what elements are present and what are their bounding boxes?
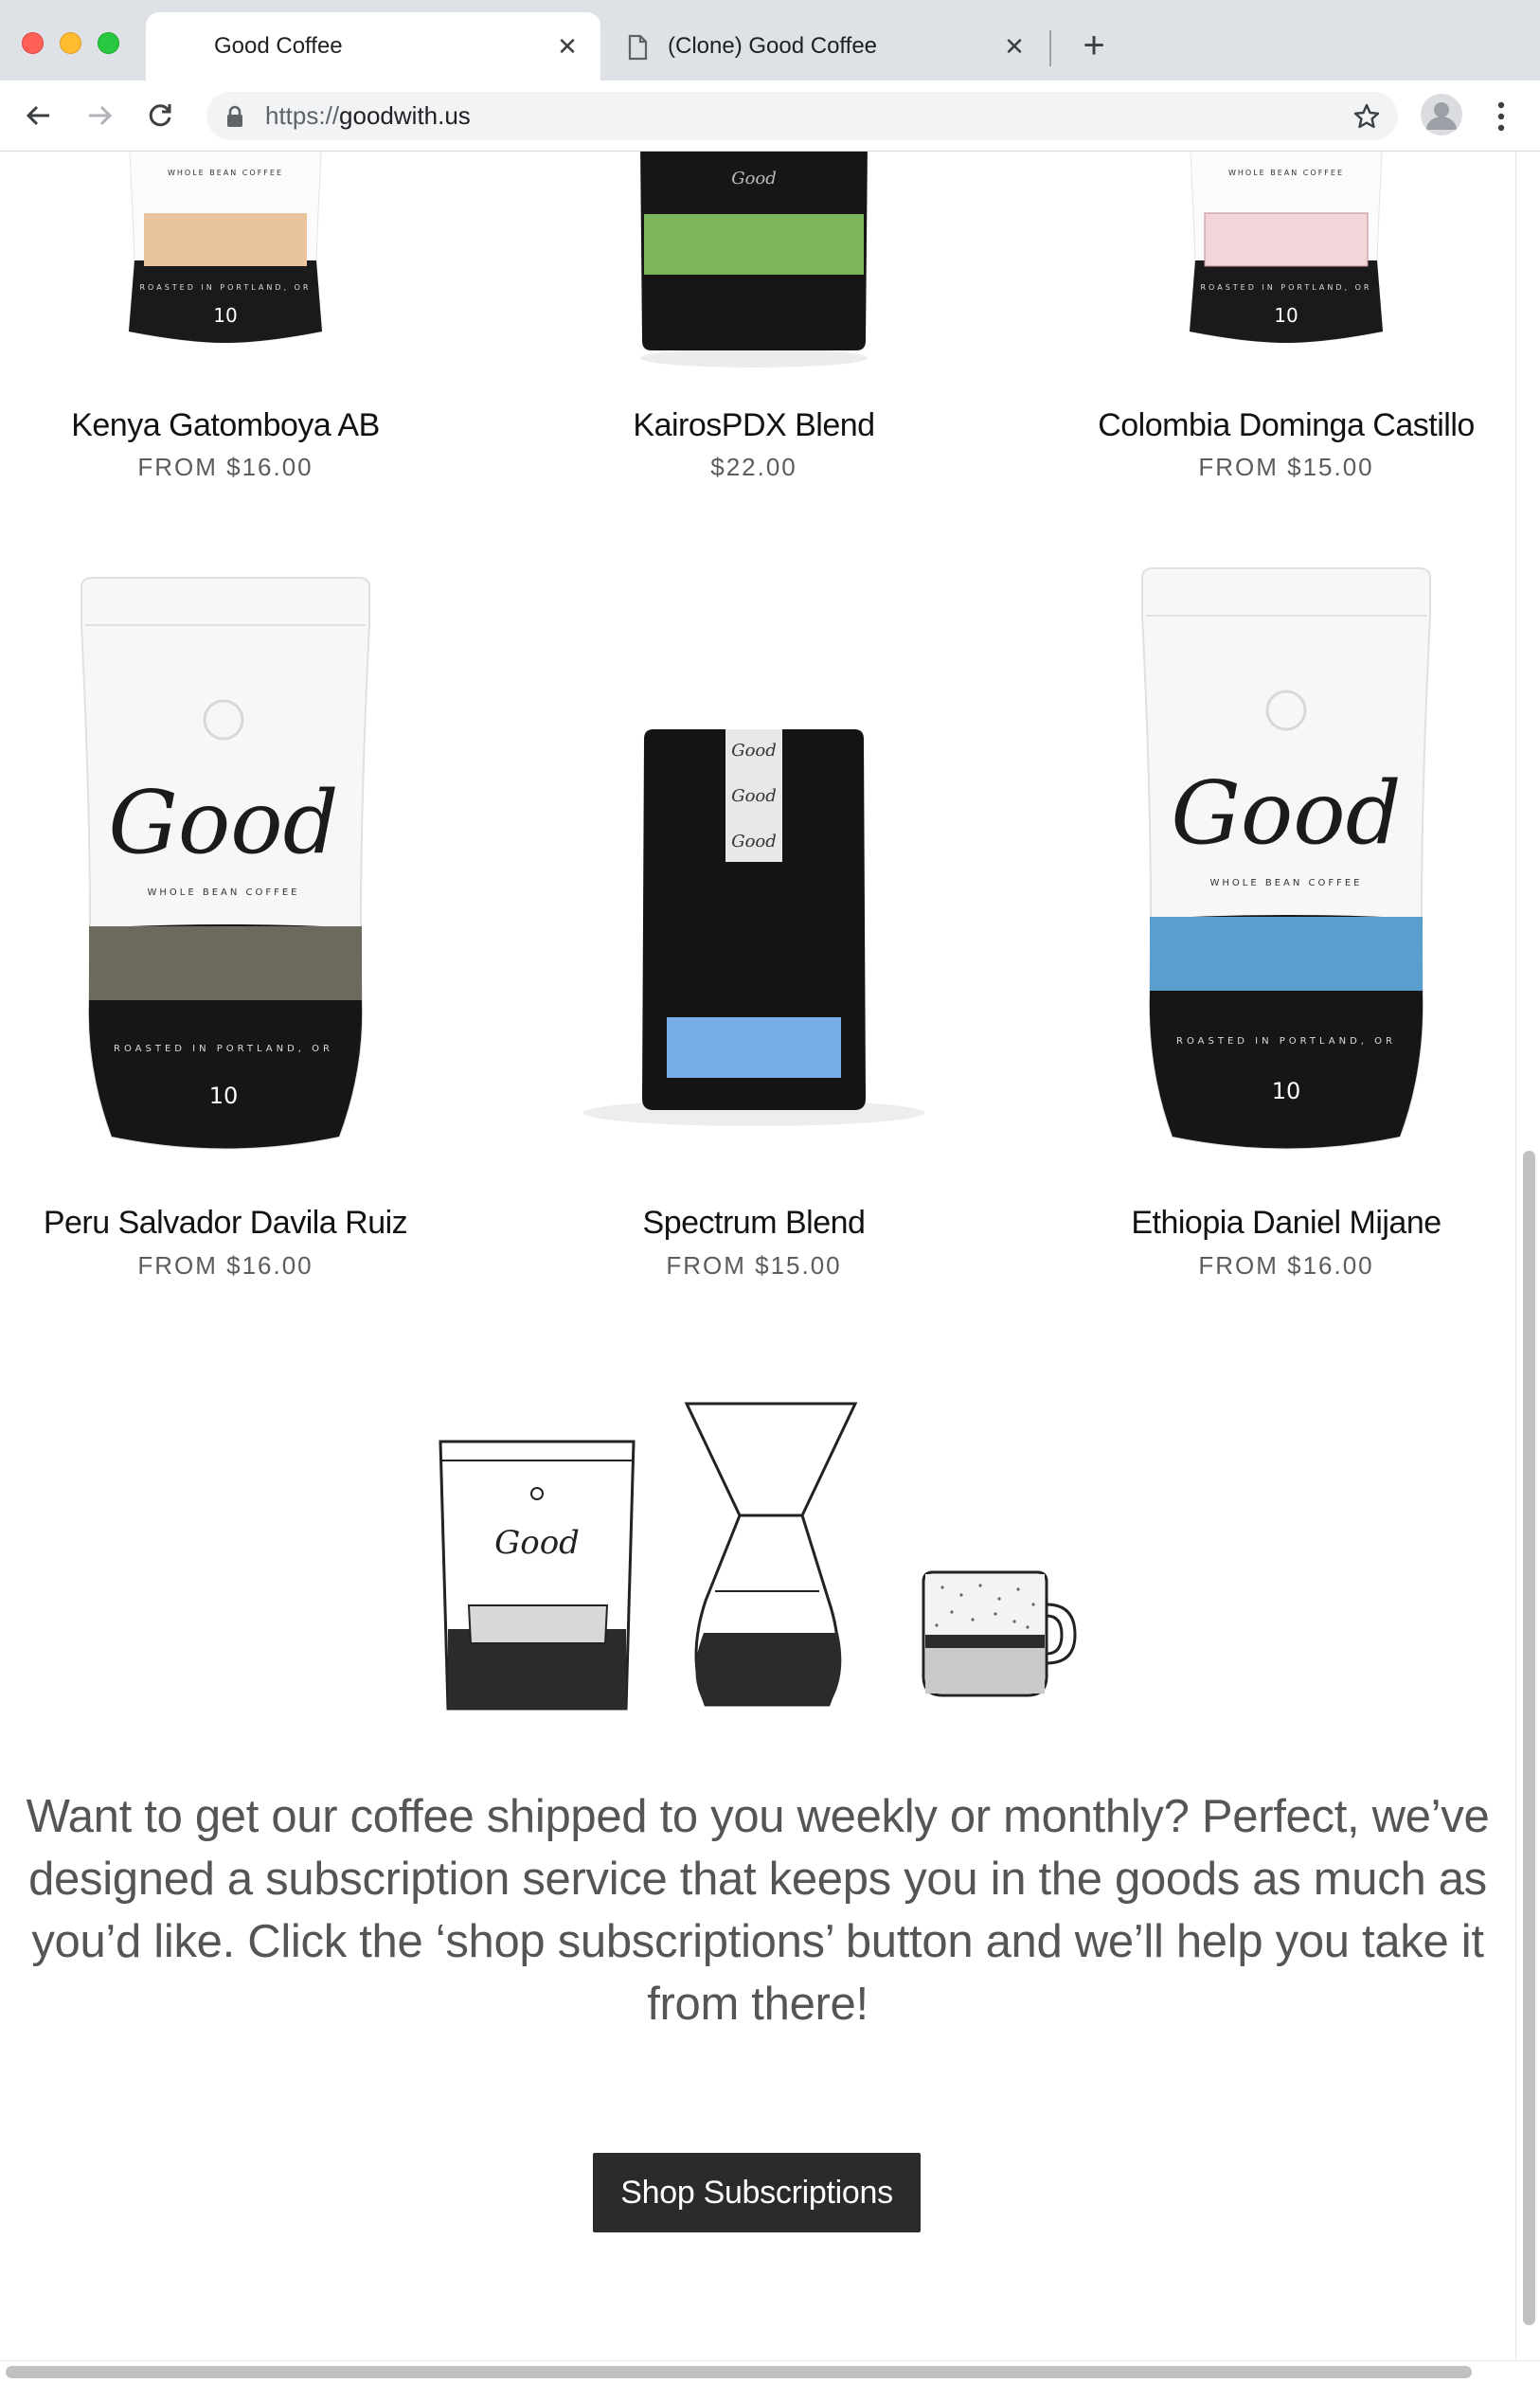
- forward-button[interactable]: [78, 94, 121, 137]
- svg-text:WHOLE BEAN COFFEE: WHOLE BEAN COFFEE: [147, 887, 299, 898]
- product-name[interactable]: KairosPDX Blend: [564, 407, 943, 444]
- tab-clone-good-coffee[interactable]: (Clone) Good Coffee ✕: [606, 12, 1048, 81]
- shop-subscriptions-button[interactable]: Shop Subscriptions: [593, 2153, 921, 2232]
- tab-divider: [1049, 30, 1051, 66]
- arrow-right-icon: [89, 105, 113, 126]
- url-text: https://goodwith.us: [265, 101, 471, 130]
- page-viewport: Good WHOLE BEAN COFFEE ROASTED IN PORTLA…: [0, 152, 1515, 2360]
- tab-title: (Clone) Good Coffee: [668, 33, 878, 59]
- product-card[interactable]: Good WHOLE BEAN COFFEE ROASTED IN PORTLA…: [1097, 567, 1476, 1307]
- svg-text:ROASTED IN PORTLAND, OR: ROASTED IN PORTLAND, OR: [114, 1044, 333, 1054]
- product-name[interactable]: Colombia Dominga Castillo: [1097, 407, 1476, 444]
- close-window-button[interactable]: [22, 32, 44, 54]
- subscription-description: Want to get our coffee shipped to you we…: [26, 1791, 1490, 2030]
- brewing-illustration: Good: [439, 1402, 1077, 1711]
- zoom-window-button[interactable]: [98, 32, 119, 54]
- product-name[interactable]: Kenya Gatomboya AB: [36, 407, 415, 444]
- product-card[interactable]: Good KairosPDX Blend $22.00: [564, 152, 943, 511]
- svg-text:10: 10: [213, 304, 237, 327]
- product-card[interactable]: Good WHOLE BEAN COFFEE ROASTED IN PORTLA…: [1097, 152, 1476, 511]
- coffee-bag-image[interactable]: Good WHOLE BEAN COFFEE ROASTED IN PORTLA…: [1097, 152, 1476, 379]
- minimize-window-button[interactable]: [60, 32, 81, 54]
- lock-icon: [227, 105, 242, 127]
- product-name[interactable]: Spectrum Blend: [564, 1205, 943, 1242]
- back-button[interactable]: [17, 94, 61, 137]
- svg-text:Good: Good: [108, 772, 338, 873]
- kebab-menu-icon[interactable]: [1487, 98, 1515, 135]
- profile-button[interactable]: [1421, 94, 1462, 135]
- product-price: FROM $15.00: [666, 1251, 842, 1280]
- close-icon[interactable]: ✕: [555, 34, 580, 59]
- coffee-cup-icon: [922, 1570, 1077, 1697]
- svg-text:Good: Good: [494, 1524, 580, 1562]
- svg-text:Good: Good: [731, 169, 777, 188]
- svg-text:Good: Good: [731, 832, 777, 851]
- pour-over-carafe-icon: [684, 1402, 858, 1707]
- svg-text:Good: Good: [731, 741, 777, 761]
- product-name[interactable]: Peru Salvador Davila Ruiz: [36, 1205, 415, 1242]
- product-card[interactable]: Good Good Good Spectrum Blend FROM $15.0…: [564, 568, 943, 1307]
- product-price: FROM $16.00: [137, 1251, 313, 1280]
- close-icon[interactable]: ✕: [1002, 34, 1027, 59]
- product-name[interactable]: Ethiopia Daniel Mijane: [1097, 1205, 1476, 1242]
- svg-text:ROASTED IN PORTLAND, OR: ROASTED IN PORTLAND, OR: [1201, 283, 1372, 292]
- tab-title: Good Coffee: [214, 33, 343, 59]
- coffee-bag-image[interactable]: Good Good Good: [564, 568, 943, 1174]
- coffee-bag-image[interactable]: Good WHOLE BEAN COFFEE ROASTED IN PORTLA…: [36, 152, 415, 379]
- product-card[interactable]: Good WHOLE BEAN COFFEE ROASTED IN PORTLA…: [36, 152, 415, 511]
- coffee-bag-image[interactable]: Good WHOLE BEAN COFFEE ROASTED IN PORTLA…: [36, 568, 415, 1174]
- vertical-scrollbar[interactable]: [1515, 152, 1540, 2360]
- coffee-bag-image[interactable]: Good WHOLE BEAN COFFEE ROASTED IN PORTLA…: [1097, 559, 1476, 1174]
- page-icon: [628, 34, 648, 61]
- browser-toolbar: https://goodwith.us: [0, 81, 1540, 152]
- svg-text:WHOLE BEAN COFFEE: WHOLE BEAN COFFEE: [168, 169, 283, 177]
- svg-text:10: 10: [209, 1083, 239, 1109]
- svg-text:ROASTED IN PORTLAND, OR: ROASTED IN PORTLAND, OR: [1176, 1036, 1396, 1047]
- tab-strip: Good Coffee ✕ (Clone) Good Coffee ✕ +: [0, 0, 1540, 81]
- reload-button[interactable]: [138, 94, 182, 137]
- product-price: FROM $16.00: [137, 453, 313, 481]
- svg-text:10: 10: [1274, 304, 1298, 327]
- svg-text:Good: Good: [731, 786, 777, 806]
- plus-icon[interactable]: +: [1075, 27, 1113, 66]
- reload-icon: [149, 104, 171, 127]
- svg-text:WHOLE BEAN COFFEE: WHOLE BEAN COFFEE: [1228, 169, 1344, 177]
- product-price: $22.00: [710, 453, 797, 481]
- scrollbar-thumb[interactable]: [1523, 1151, 1535, 2325]
- tab-good-coffee[interactable]: Good Coffee ✕: [146, 12, 600, 81]
- horizontal-scrollbar[interactable]: [0, 2360, 1540, 2383]
- svg-text:10: 10: [1272, 1078, 1301, 1104]
- coffee-bag-drawing-icon: Good: [439, 1440, 636, 1711]
- star-icon[interactable]: [1352, 102, 1381, 131]
- scrollbar-thumb[interactable]: [6, 2366, 1472, 2378]
- coffee-bag-image[interactable]: Good: [564, 152, 943, 379]
- svg-text:WHOLE BEAN COFFEE: WHOLE BEAN COFFEE: [1209, 878, 1362, 888]
- product-card[interactable]: Good WHOLE BEAN COFFEE ROASTED IN PORTLA…: [36, 568, 415, 1307]
- avatar-icon: [1421, 94, 1462, 135]
- product-price: FROM $15.00: [1198, 453, 1374, 481]
- product-price: FROM $16.00: [1198, 1251, 1374, 1280]
- address-bar[interactable]: https://goodwith.us: [206, 92, 1398, 140]
- svg-text:ROASTED IN PORTLAND, OR: ROASTED IN PORTLAND, OR: [140, 283, 312, 292]
- svg-text:Good: Good: [1171, 762, 1401, 864]
- arrow-left-icon: [26, 105, 49, 126]
